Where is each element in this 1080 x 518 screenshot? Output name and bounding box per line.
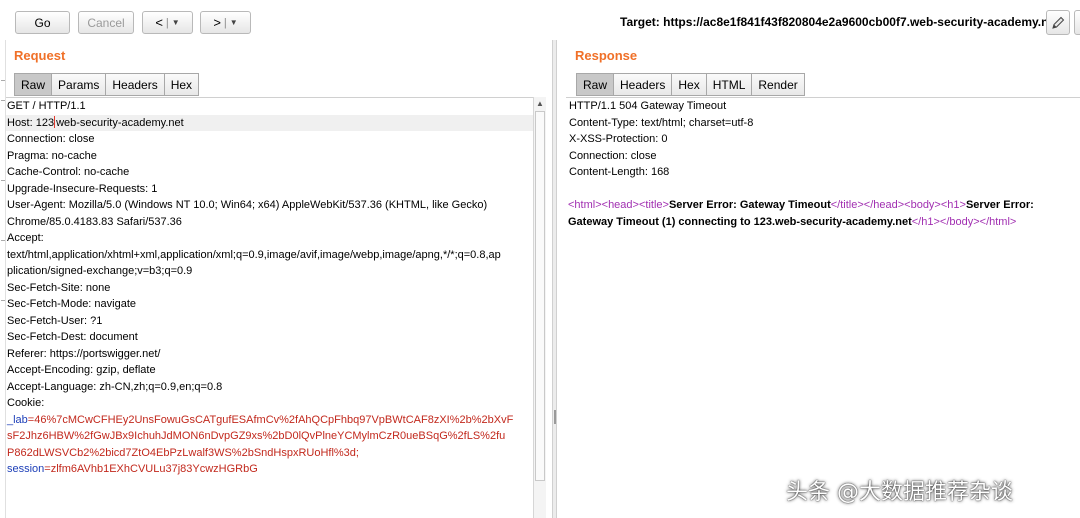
cookie-name-lab: _lab: [7, 413, 28, 426]
response-html-line: <html><head><title>Server Error: Gateway…: [568, 197, 1080, 214]
request-line: Chrome/85.0.4183.83 Safari/537.36: [7, 215, 182, 228]
title-text: Server Error: Gateway Timeout: [668, 199, 831, 211]
forward-arrow-icon: >: [213, 15, 221, 30]
request-line: GET / HTTP/1.1: [7, 100, 86, 112]
back-arrow-icon: <: [155, 15, 163, 30]
response-line: Content-Length: 168: [569, 166, 670, 178]
edit-target-button[interactable]: [1046, 10, 1070, 35]
cancel-button[interactable]: Cancel: [78, 11, 134, 34]
request-editor[interactable]: GET / HTTP/1.1 Host: 123 web-security-aca…: [6, 97, 533, 518]
cookie-line: sF2Jhz6HBW%2fGwJBx9IchuhJdMON6nDvpGZ9xs%…: [7, 430, 506, 442]
cookie-line: P862dLWSVCb2%2bicd7ZtO4EbPzLwalf3WS%2bSn…: [7, 446, 359, 459]
separator-icon: |: [165, 16, 169, 29]
chevron-down-icon: ▼: [171, 18, 180, 27]
scrollbar-thumb[interactable]: [535, 111, 545, 481]
html-tag: </title>: [830, 199, 864, 211]
request-line: User-Agent: Mozilla/5.0 (Windows NT 10.0…: [7, 199, 488, 211]
tab-render[interactable]: Render: [752, 73, 805, 96]
request-line: Accept-Language: zh-CN,zh;q=0.9,en;q=0.8: [7, 380, 223, 393]
request-scrollbar[interactable]: ▲: [533, 97, 546, 518]
response-tabs: Raw Headers Hex HTML Render: [576, 73, 805, 96]
scroll-up-icon[interactable]: ▲: [536, 99, 544, 108]
go-label: Go: [34, 15, 51, 30]
response-html-line: Gateway Timeout (1) connecting to 123.we…: [568, 214, 1080, 231]
tab-headers[interactable]: Headers: [614, 73, 673, 96]
html-tag: <body>: [904, 199, 941, 211]
request-line: Sec-Fetch-User: ?1: [7, 314, 103, 327]
tab-raw[interactable]: Raw: [14, 73, 53, 96]
response-editor[interactable]: HTTP/1.1 504 Gateway Timeout Content-Typ…: [566, 97, 1080, 518]
heading-text: Server Error:: [965, 199, 1034, 211]
request-title: Request: [14, 48, 66, 63]
heading-text: Gateway Timeout (1) connecting to 123.we…: [568, 215, 912, 228]
host-suffix: web-security-academy.net: [56, 116, 184, 129]
cancel-label: Cancel: [87, 15, 125, 30]
forward-button[interactable]: > | ▼: [200, 11, 251, 34]
go-button[interactable]: Go: [15, 11, 70, 34]
request-line: Accept-Encoding: gzip, deflate: [7, 364, 156, 376]
request-line: Connection: close: [7, 133, 95, 145]
separator-icon: |: [223, 16, 227, 29]
help-button[interactable]: [1074, 10, 1080, 35]
request-line: text/html,application/xhtml+xml,applicat…: [7, 248, 501, 261]
cookie-line: _lab=46%7cMCwCFHEy2UnsFowuGsCATgufESAfmC…: [6, 412, 533, 429]
html-tag: </html>: [979, 215, 1017, 228]
tab-hex[interactable]: Hex: [164, 73, 200, 96]
request-line: Referer: https://portswigger.net/: [7, 347, 161, 360]
watermark: 头条 @大数据推荐杂谈: [786, 480, 1013, 505]
tab-hex[interactable]: Hex: [672, 73, 707, 96]
response-line: Connection: close: [569, 149, 657, 162]
response-line: X-XSS-Protection: 0: [569, 133, 668, 145]
request-line: Sec-Fetch-Site: none: [7, 281, 111, 294]
html-tag: <html>: [568, 199, 602, 211]
tab-raw[interactable]: Raw: [576, 73, 615, 96]
response-line: HTTP/1.1 504 Gateway Timeout: [569, 100, 727, 112]
response-title: Response: [575, 48, 638, 63]
request-line: Cache-Control: no-cache: [7, 166, 130, 178]
text-cursor: [54, 115, 56, 128]
pencil-icon: [1052, 16, 1065, 29]
response-line: Content-Type: text/html; charset=utf-8: [569, 116, 754, 129]
target-label: Target: https://ac8e1f841f43f820804e2a96…: [620, 15, 1060, 29]
request-line: Pragma: no-cache: [7, 149, 97, 162]
request-line: plication/signed-exchange;v=b3;q=0.9: [7, 265, 193, 277]
pane-divider[interactable]: [552, 40, 557, 518]
cookie-line: session=zlfm6AVhb1EXhCVULu37j83YcwzHGRbG: [6, 461, 533, 478]
html-tag: </h1>: [911, 215, 940, 228]
html-tag: <title>: [638, 199, 669, 211]
html-tag: </body>: [939, 215, 980, 228]
host-prefix: Host: 123: [7, 116, 55, 129]
html-tag: </head>: [863, 199, 905, 211]
toolbar: Go Cancel < | ▼ > | ▼ Target: https://ac…: [0, 0, 1080, 46]
request-line: Accept:: [7, 232, 44, 244]
request-line: Sec-Fetch-Mode: navigate: [7, 298, 137, 310]
cookie-value: =zlfm6AVhb1EXhCVULu37j83YcwzHGRbG: [44, 463, 258, 475]
request-tabs: Raw Params Headers Hex: [14, 73, 200, 96]
cookie-value: =46%7cMCwCFHEy2UnsFowuGsCATgufESAfmCv%2f…: [27, 413, 514, 426]
tab-params[interactable]: Params: [52, 73, 107, 96]
request-line: Upgrade-Insecure-Requests: 1: [7, 182, 158, 195]
back-button[interactable]: < | ▼: [142, 11, 193, 34]
request-line: Sec-Fetch-Dest: document: [7, 331, 138, 343]
cookie-name-session: session: [7, 463, 45, 475]
request-line: Host: 123 web-security-academy.net: [6, 114, 533, 131]
tab-html[interactable]: HTML: [706, 73, 753, 96]
html-tag: <head>: [601, 199, 639, 211]
tab-headers[interactable]: Headers: [106, 73, 165, 96]
divider-grip-icon[interactable]: [554, 410, 556, 424]
chevron-down-icon: ▼: [229, 18, 238, 27]
request-line: Cookie:: [7, 397, 45, 409]
html-tag: <h1>: [940, 199, 966, 211]
